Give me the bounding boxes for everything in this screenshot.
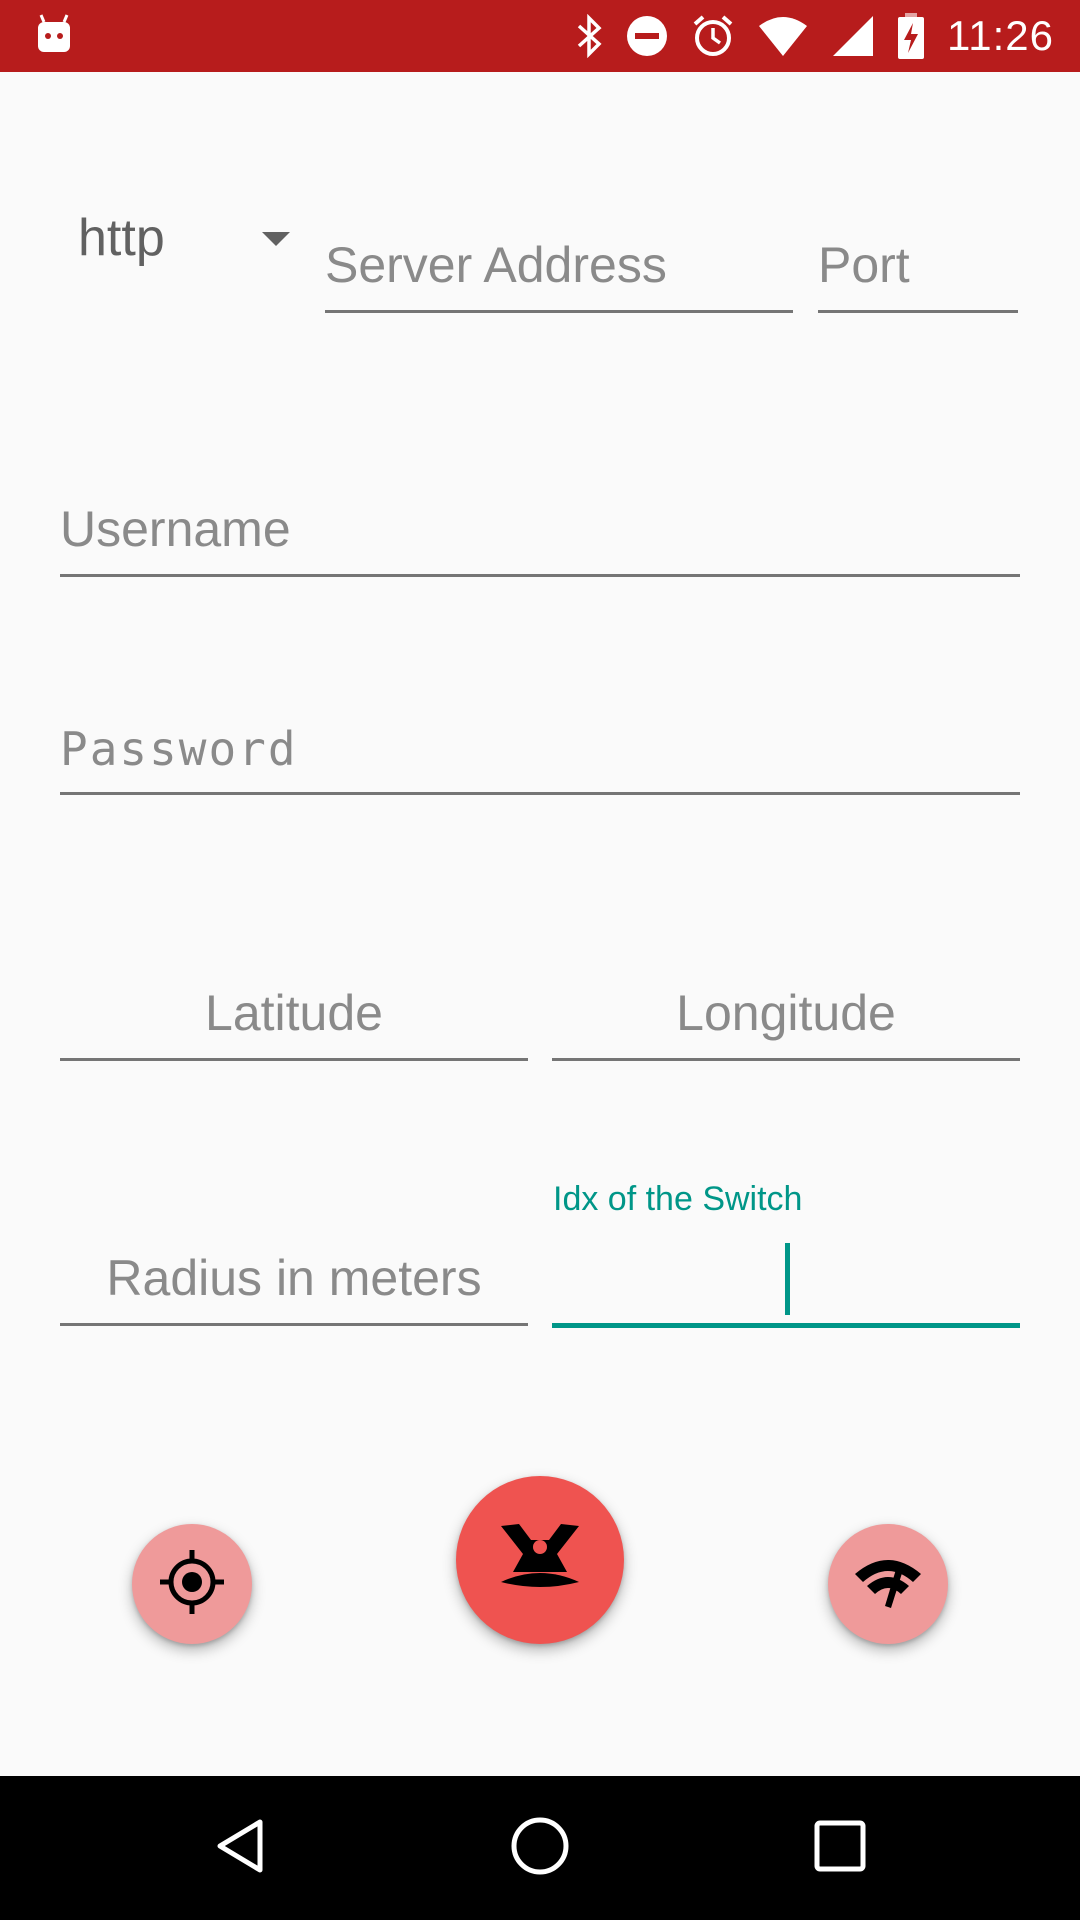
text-cursor	[785, 1243, 790, 1315]
password-field[interactable]: Password	[60, 714, 1020, 795]
android-icon	[36, 14, 72, 54]
protocol-dropdown[interactable]: http	[78, 200, 298, 280]
latitude-field[interactable]: Latitude	[60, 980, 528, 1061]
home-icon	[509, 1815, 571, 1882]
status-bar: 11:26	[0, 0, 1080, 72]
main-action-fab[interactable]	[456, 1476, 624, 1644]
server-address-field[interactable]: Server Address	[325, 232, 793, 313]
username-field[interactable]: Username	[60, 496, 1020, 577]
network-fab[interactable]	[828, 1524, 948, 1644]
back-button[interactable]	[204, 1812, 276, 1884]
password-placeholder: Password	[60, 722, 298, 776]
geofence-person-icon	[497, 1520, 583, 1601]
home-button[interactable]	[504, 1812, 576, 1884]
longitude-placeholder: Longitude	[676, 985, 896, 1041]
protocol-selected-value: http	[78, 209, 165, 267]
port-placeholder: Port	[818, 237, 910, 293]
wifi-icon	[757, 14, 809, 58]
idx-floating-label: Idx of the Switch	[553, 1180, 803, 1218]
latitude-placeholder: Latitude	[205, 985, 383, 1041]
wifi-speed-icon	[853, 1552, 923, 1617]
alarm-icon	[691, 14, 735, 58]
crosshair-icon	[158, 1548, 226, 1621]
signal-icon	[831, 14, 875, 58]
radius-field[interactable]: Radius in meters	[60, 1245, 528, 1326]
dnd-icon	[625, 14, 669, 58]
location-fab[interactable]	[132, 1524, 252, 1644]
port-field[interactable]: Port	[818, 232, 1018, 313]
dropdown-arrow-icon	[262, 232, 290, 246]
username-placeholder: Username	[60, 501, 291, 557]
back-icon	[210, 1816, 270, 1881]
recents-icon	[812, 1818, 868, 1879]
server-address-placeholder: Server Address	[325, 237, 667, 293]
status-clock: 11:26	[947, 12, 1054, 59]
longitude-field[interactable]: Longitude	[552, 980, 1020, 1061]
bluetooth-icon	[575, 14, 603, 58]
navigation-bar	[0, 1776, 1080, 1920]
radius-placeholder: Radius in meters	[106, 1250, 482, 1306]
recents-button[interactable]	[804, 1812, 876, 1884]
battery-charging-icon	[897, 13, 925, 59]
